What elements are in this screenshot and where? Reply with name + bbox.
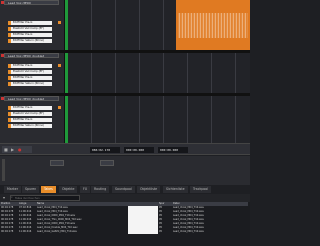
tab-objekte[interactable]: Objekte (59, 186, 78, 193)
track-2-fx-4[interactable]: EditFilter Saturn (Rhino) (8, 82, 52, 86)
mixer-slot[interactable] (50, 160, 64, 166)
track-2-lane[interactable] (68, 53, 250, 93)
track-1-name[interactable]: Lead Vox (M50) (4, 0, 59, 5)
track-1-fx-3[interactable]: EditFilter Pre-G (8, 33, 52, 37)
track-2-fx-2[interactable]: ElasticIII Vad Comp (EF) (8, 70, 52, 74)
takes-table: Position Länge Name Spur Datei 00:04:178… (0, 202, 248, 234)
track-1-fx-2[interactable]: ElasticIII Vad Comp (EF) (8, 27, 52, 31)
tab-marker[interactable]: Marker (4, 186, 22, 193)
fader-track[interactable] (2, 159, 5, 181)
record-icon[interactable]: ● (18, 147, 22, 152)
track-1-fx-4[interactable]: EditFilter Saturn (Rhino) (8, 39, 52, 43)
tab-objektliste[interactable]: Objektliste (137, 186, 161, 193)
fx-bypass-icon[interactable] (58, 21, 61, 24)
position-display: 086:02.178 (90, 147, 120, 153)
track-2-fx-3[interactable]: EditFilter Pre-G (8, 76, 52, 80)
tab-takes[interactable]: Takes (41, 186, 56, 193)
length-display: 000:00.000 (124, 147, 154, 153)
transport-bar: ■ ▶ ● 086:02.178 000:00.000 000:00.000 (0, 143, 250, 155)
fx-bypass-icon[interactable] (58, 106, 61, 109)
table-row[interactable]: 00:04:178 11:06:416 Lead_Vocal_Gefühl_M04_… (0, 230, 248, 234)
track-2-fx-1[interactable]: EditFilter Pre-G (8, 64, 52, 68)
search-icon: ⌕ (11, 195, 13, 199)
cell-position: 00:04:178 (1, 230, 14, 233)
mixer-area (0, 156, 250, 185)
waveform (178, 12, 248, 38)
tab-soundpool[interactable]: Soundpool (112, 186, 135, 193)
stop-icon[interactable]: ■ (4, 147, 8, 152)
track-3-fx-4[interactable]: EditFilter Saturn (Rhino) (8, 124, 52, 128)
audio-clip[interactable] (176, 0, 250, 50)
transport-buttons[interactable]: ■ ▶ ● (2, 146, 32, 153)
tab-routing[interactable]: Routing (91, 186, 110, 193)
takes-toolbar: ▾ ⌕ (0, 194, 250, 202)
track-3-fx-1[interactable]: EditFilter Pre-G (8, 106, 52, 110)
cell-name: Lead_Vocal_Gefühl_M04_T10.wav (37, 230, 77, 233)
track-3-header[interactable]: Lead Vox (M50) doubled EditFilter Pre-G … (0, 96, 65, 143)
takes-table-container: Position Länge Name Spur Datei 00:04:178… (0, 202, 250, 246)
end-display: 000:00.000 (158, 147, 188, 153)
cell-length: 11:06:416 (19, 230, 32, 233)
filter-icon[interactable]: ▾ (3, 195, 5, 200)
tab-trackpool[interactable]: Trackpool (190, 186, 212, 193)
takes-search-input[interactable] (10, 195, 80, 201)
cell-track: 05 (159, 230, 163, 233)
track-3-fx-3[interactable]: EditFilter Pre-G (8, 118, 52, 122)
tab-sichtenliste[interactable]: Sichtenliste (163, 186, 188, 193)
fx-bypass-icon[interactable] (58, 64, 61, 67)
mixer-slot[interactable] (100, 160, 114, 166)
cell-file: Lead_Vocal_M04_T10.wav (173, 230, 204, 233)
track-3-name[interactable]: Lead Vox (M50) doubled (4, 96, 59, 101)
track-2-name[interactable]: Lead Vox (M50) doubled (4, 53, 59, 58)
tab-spuren[interactable]: Spuren (22, 186, 40, 193)
track-3-lane[interactable] (68, 96, 250, 143)
track-1-lane[interactable] (68, 0, 250, 50)
play-icon[interactable]: ▶ (11, 147, 14, 152)
track-1-header[interactable]: Lead Vox (M50) EditFilter Pre-G ElasticI… (0, 0, 65, 50)
track-3-fx-2[interactable]: ElasticIII Vad Comp (EF) (8, 112, 52, 116)
track-2-header[interactable]: Lead Vox (M50) doubled EditFilter Pre-G … (0, 53, 65, 93)
tab-fx[interactable]: FX (80, 186, 91, 193)
track-1-fx-1[interactable]: EditFilter Pre-G (8, 21, 52, 25)
cell-preview (128, 230, 158, 234)
